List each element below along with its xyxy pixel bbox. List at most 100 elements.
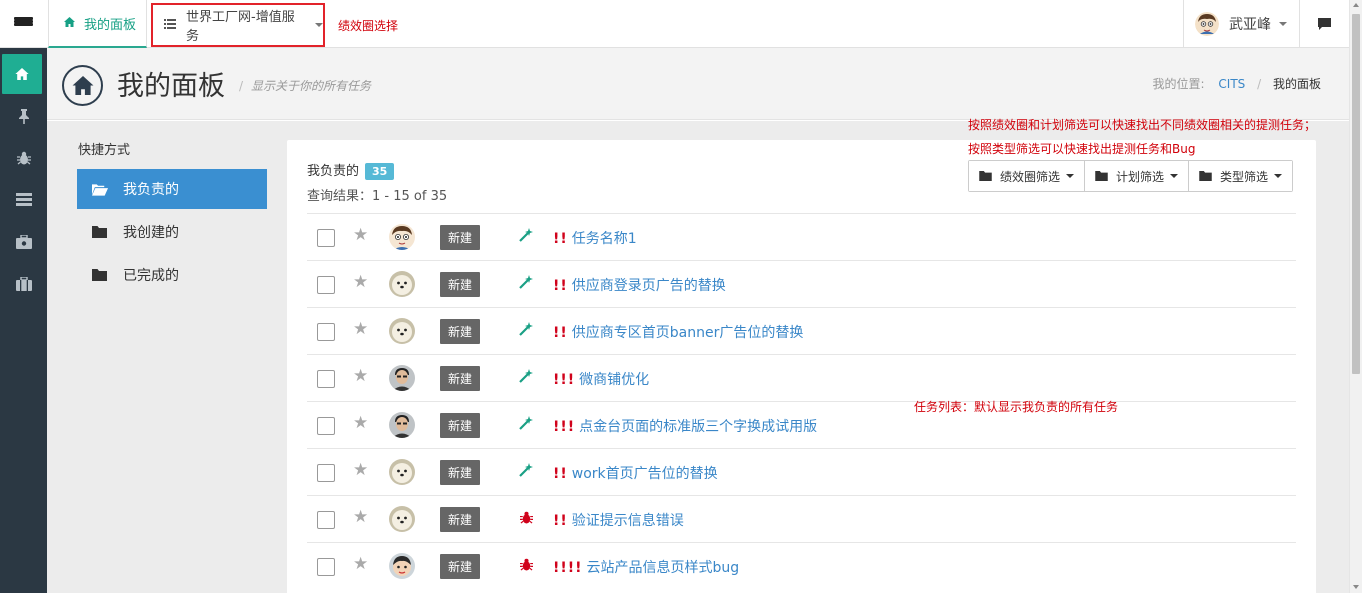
task-row[interactable]: ★ 新建 !!!! 云站产品信息页样式bug xyxy=(307,542,1296,589)
task-checkbox[interactable] xyxy=(317,558,335,576)
nav-suitcase[interactable] xyxy=(0,264,47,304)
wand-icon xyxy=(519,369,533,383)
briefcase-icon xyxy=(15,235,32,249)
priority-marker: !!! 点金台页面的标准版三个字换成试用版 xyxy=(553,419,818,435)
hamburger-icon xyxy=(14,16,33,32)
top-bar: 我的面板 世界工厂网-增值服务 绩效圈选择 武亚峰 xyxy=(0,0,1349,48)
priority-marker: !! 验证提示信息错误 xyxy=(553,513,684,529)
star-icon[interactable]: ★ xyxy=(353,366,368,386)
wand-icon xyxy=(519,463,533,477)
task-title-link[interactable]: 微商铺优化 xyxy=(579,372,649,388)
avatar xyxy=(389,553,415,579)
task-row[interactable]: ★ 新建 !! 任务名称1 xyxy=(307,213,1296,260)
result-count: 查询结果：1 - 15 of 35 xyxy=(307,189,448,204)
nav-bug[interactable] xyxy=(0,138,47,178)
task-row[interactable]: ★ 新建 !! work首页广告位的替换 xyxy=(307,448,1296,495)
task-title-link[interactable]: 云站产品信息页样式bug xyxy=(587,560,740,576)
nav-pin[interactable] xyxy=(0,96,47,136)
home-icon xyxy=(15,68,29,80)
scroll-thumb[interactable] xyxy=(1352,14,1360,374)
status-badge: 新建 xyxy=(440,366,480,391)
page-header: 我的面板 / 显示关于你的所有任务 我的位置: CITS / 我的面板 xyxy=(47,48,1349,120)
tab-label: 我的面板 xyxy=(84,17,137,33)
priority-marker: !! 供应商专区首页banner广告位的替换 xyxy=(553,325,804,341)
star-icon[interactable]: ★ xyxy=(353,413,368,433)
priority-marker: !!! 微商铺优化 xyxy=(553,372,650,388)
filter-annotation-2: 按照类型筛选可以快速找出提测任务和Bug xyxy=(968,142,1196,156)
task-checkbox[interactable] xyxy=(317,511,335,529)
breadcrumb-link[interactable]: CITS xyxy=(1218,77,1245,91)
nav-home[interactable] xyxy=(2,54,42,94)
priority-marker: !! 供应商登录页广告的替换 xyxy=(553,278,726,294)
task-title-link[interactable]: 供应商登录页广告的替换 xyxy=(572,278,726,294)
task-title-link[interactable]: 点金台页面的标准版三个字换成试用版 xyxy=(579,419,817,435)
status-badge: 新建 xyxy=(440,507,480,532)
priority-marker: !! work首页广告位的替换 xyxy=(553,466,718,482)
list-icon xyxy=(164,18,176,33)
page-scrollbar[interactable] xyxy=(1349,0,1362,593)
filter-type-button[interactable]: 类型筛选 xyxy=(1189,161,1293,191)
scroll-up-icon[interactable] xyxy=(1353,3,1359,7)
priority-marker: !! 任务名称1 xyxy=(553,231,637,247)
user-menu[interactable]: 武亚峰 xyxy=(1183,0,1299,48)
suitcase-icon xyxy=(15,277,32,291)
list-icon xyxy=(15,193,32,206)
folder-icon xyxy=(92,269,108,281)
task-row[interactable]: ★ 新建 !! 供应商专区首页banner广告位的替换 xyxy=(307,307,1296,354)
scroll-down-icon[interactable] xyxy=(1353,585,1359,589)
chevron-down-icon xyxy=(1279,22,1287,26)
status-badge: 新建 xyxy=(440,272,480,297)
task-row[interactable]: ★ 新建 !! 验证提示信息错误 xyxy=(307,495,1296,542)
shortcut-completed[interactable]: 已完成的 xyxy=(77,255,267,295)
task-checkbox[interactable] xyxy=(317,370,335,388)
chevron-down-icon xyxy=(1274,174,1283,178)
performance-group-select[interactable]: 世界工厂网-增值服务 xyxy=(151,3,325,47)
messages-button[interactable] xyxy=(1299,0,1349,48)
wand-icon xyxy=(519,228,533,242)
breadcrumb-label: 我的位置: xyxy=(1152,77,1205,91)
tab-my-dashboard[interactable]: 我的面板 xyxy=(48,0,147,48)
menu-toggle-button[interactable] xyxy=(0,0,47,48)
task-row[interactable]: ★ 新建 !!! 微商铺优化 xyxy=(307,354,1296,401)
star-icon[interactable]: ★ xyxy=(353,554,368,574)
shortcuts-title: 快捷方式 xyxy=(78,143,131,158)
group-select-label: 世界工厂网-增值服务 xyxy=(186,10,295,44)
filter-group: 绩效圈筛选 计划筛选 类型筛选 xyxy=(968,160,1294,192)
star-icon[interactable]: ★ xyxy=(353,225,368,245)
avatar xyxy=(1195,12,1219,36)
page-home-icon xyxy=(62,65,103,106)
status-badge: 新建 xyxy=(440,319,480,344)
chat-icon xyxy=(1318,18,1331,30)
shortcut-my-created[interactable]: 我创建的 xyxy=(77,212,267,252)
task-checkbox[interactable] xyxy=(317,464,335,482)
wand-icon xyxy=(519,275,533,289)
task-row[interactable]: ★ 新建 !!! 点金台页面的标准版三个字换成试用版 xyxy=(307,401,1296,448)
task-title-link[interactable]: 验证提示信息错误 xyxy=(572,513,684,529)
folder-icon xyxy=(1095,171,1108,181)
page-title: 我的面板 xyxy=(117,71,225,102)
breadcrumb: 我的位置: CITS / 我的面板 xyxy=(1152,77,1321,91)
star-icon[interactable]: ★ xyxy=(353,319,368,339)
task-title-link[interactable]: 任务名称1 xyxy=(572,231,637,247)
nav-list[interactable] xyxy=(0,180,47,220)
star-icon[interactable]: ★ xyxy=(353,272,368,292)
star-icon[interactable]: ★ xyxy=(353,507,368,527)
task-checkbox[interactable] xyxy=(317,229,335,247)
task-title-link[interactable]: 供应商专区首页banner广告位的替换 xyxy=(572,325,804,341)
home-icon xyxy=(64,16,75,30)
task-checkbox[interactable] xyxy=(317,417,335,435)
left-nav xyxy=(0,48,47,593)
task-title-link[interactable]: work首页广告位的替换 xyxy=(572,466,718,482)
status-badge: 新建 xyxy=(440,460,480,485)
status-badge: 新建 xyxy=(440,413,480,438)
avatar xyxy=(389,271,415,297)
star-icon[interactable]: ★ xyxy=(353,460,368,480)
priority-marker: !!!! 云站产品信息页样式bug xyxy=(553,560,740,576)
filter-plan-button[interactable]: 计划筛选 xyxy=(1085,161,1190,191)
task-checkbox[interactable] xyxy=(317,323,335,341)
shortcut-my-assigned[interactable]: 我负责的 xyxy=(77,169,267,209)
filter-performance-button[interactable]: 绩效圈筛选 xyxy=(969,161,1086,191)
task-checkbox[interactable] xyxy=(317,276,335,294)
nav-briefcase[interactable] xyxy=(0,222,47,262)
task-row[interactable]: ★ 新建 !! 供应商登录页广告的替换 xyxy=(307,260,1296,307)
